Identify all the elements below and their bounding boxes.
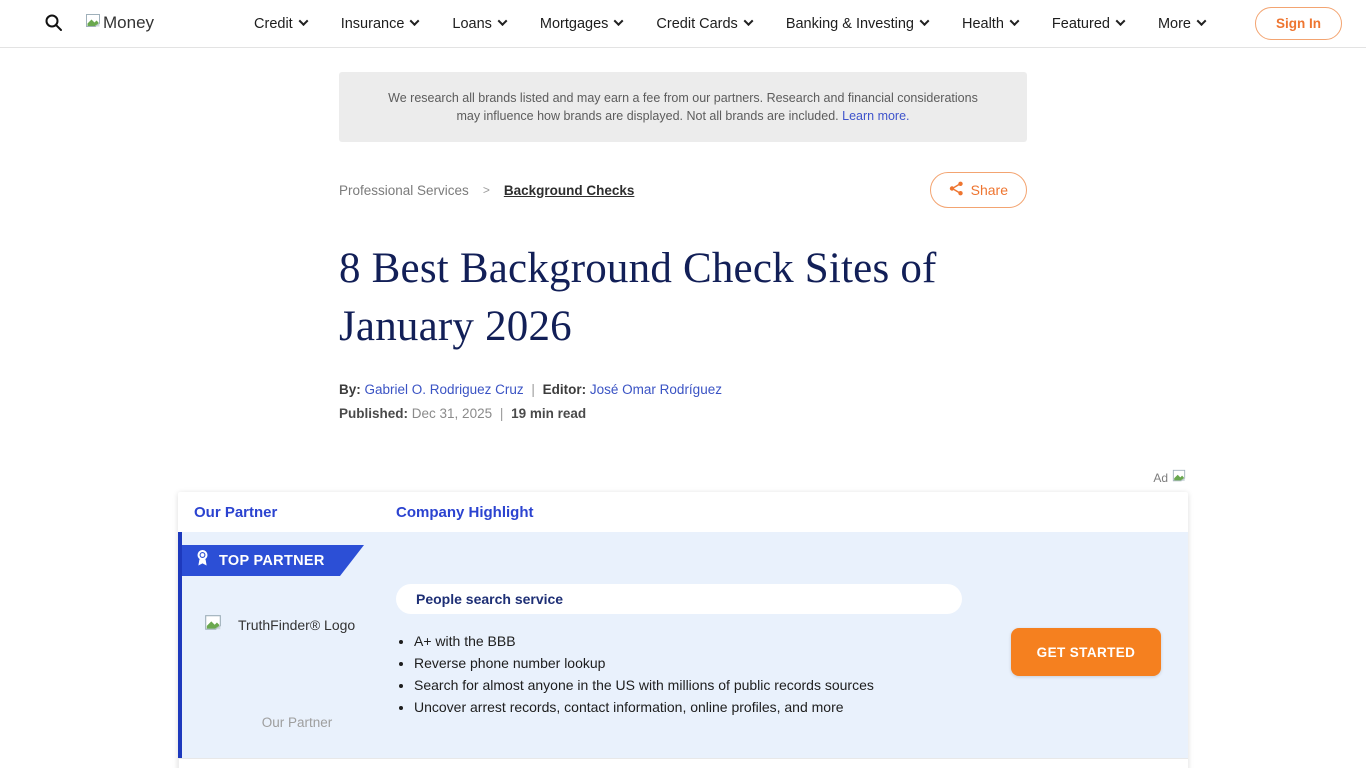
broken-image-icon [1172,469,1186,486]
chevron-down-icon [1009,16,1019,26]
search-button[interactable] [44,13,63,35]
chevron-down-icon [497,16,507,26]
nav-item-label: Credit Cards [656,16,737,32]
nav-item-label: Banking & Investing [786,16,914,32]
publish-line: Published: Dec 31, 2025 | 19 min read [339,406,1027,421]
learn-more-link[interactable]: Learn more. [842,109,909,123]
chevron-down-icon [1197,16,1207,26]
highlight-bullet: Reverse phone number lookup [414,656,984,670]
partner-logo[interactable]: TruthFinder® Logo [204,614,390,635]
chevron-down-icon [298,16,308,26]
chevron-down-icon [410,16,420,26]
nav-item-label: Featured [1052,16,1110,32]
by-label: By: [339,382,361,397]
next-table-row-partial [178,758,1188,768]
partner-comparison-table: Our Partner Company Highlight TOP PARTNE… [178,492,1188,768]
publish-separator: | [496,406,508,421]
company-highlight-cell: People search service A+ with the BBB Re… [396,532,984,758]
breadcrumb-current[interactable]: Background Checks [504,183,635,198]
nav-item[interactable]: Credit Cards [656,16,751,32]
search-icon [44,13,63,35]
breadcrumb-row: Professional Services > Background Check… [339,172,1027,208]
nav-item-label: Loans [452,16,492,32]
top-partner-row: TOP PARTNER TruthFinder® Logo Our Partne… [178,532,1188,758]
nav-item-label: Mortgages [540,16,609,32]
table-header-row: Our Partner Company Highlight [178,492,1188,532]
highlight-bullet: A+ with the BBB [414,634,984,648]
article-header: 8 Best Background Check Sites of January… [339,240,1027,421]
nav-item[interactable]: Banking & Investing [786,16,928,32]
highlight-bullet: Search for almost anyone in the US with … [414,678,984,692]
nav-item[interactable]: More [1158,16,1205,32]
chevron-down-icon [920,16,930,26]
byline: By: Gabriel O. Rodriguez Cruz | Editor: … [339,382,1027,397]
column-header-company-highlight: Company Highlight [396,504,1188,521]
nav-item-label: Insurance [341,16,405,32]
service-tag-pill: People search service [396,584,962,614]
share-icon [949,181,964,199]
nav-item[interactable]: Mortgages [540,16,623,32]
highlight-bullet-list: A+ with the BBB Reverse phone number loo… [414,634,984,714]
medal-icon [195,549,210,572]
nav-item-label: More [1158,16,1191,32]
partner-logo-alt: TruthFinder® Logo [238,617,355,633]
our-partner-caption: Our Partner [204,715,390,730]
editor-label: Editor: [543,382,587,397]
top-partner-label: TOP PARTNER [219,553,325,569]
top-partner-badge: TOP PARTNER [182,545,364,576]
broken-image-icon [204,614,222,635]
share-button[interactable]: Share [930,172,1027,208]
published-label: Published: [339,406,408,421]
published-date: Dec 31, 2025 [412,406,492,421]
nav-item-label: Health [962,16,1004,32]
top-nav: Money Credit Insurance Loans Mortgages [0,0,1366,48]
column-header-our-partner: Our Partner [178,504,396,521]
logo-alt-text: Money [103,13,154,33]
main-nav: Credit Insurance Loans Mortgages Credit … [244,16,1215,32]
ad-row: Ad [178,469,1188,486]
nav-item[interactable]: Loans [452,16,506,32]
chevron-down-icon [1116,16,1126,26]
money-logo[interactable]: Money [85,13,154,34]
ad-label: Ad [1153,471,1168,485]
breadcrumb: Professional Services > Background Check… [339,183,634,198]
author-link[interactable]: Gabriel O. Rodriguez Cruz [365,382,524,397]
broken-image-icon [85,13,101,34]
nav-item[interactable]: Credit [254,16,307,32]
editor-link[interactable]: José Omar Rodríguez [590,382,722,397]
nav-item[interactable]: Health [962,16,1018,32]
nav-item[interactable]: Insurance [341,16,419,32]
breadcrumb-separator: > [483,183,490,197]
partner-table-zone: Ad Our Partner Company Highlight TOP PAR… [178,469,1188,768]
read-time: 19 min read [511,406,586,421]
share-label: Share [971,182,1008,198]
breadcrumb-parent[interactable]: Professional Services [339,183,469,198]
page-title: 8 Best Background Check Sites of January… [339,240,1027,356]
byline-separator: | [527,382,539,397]
chevron-down-icon [743,16,753,26]
highlight-bullet: Uncover arrest records, contact informat… [414,700,984,714]
get-started-button[interactable]: GET STARTED [1011,628,1161,676]
cta-cell: GET STARTED [984,532,1188,758]
advertiser-disclosure: We research all brands listed and may ea… [339,72,1027,142]
nav-item[interactable]: Featured [1052,16,1124,32]
nav-item-label: Credit [254,16,293,32]
chevron-down-icon [614,16,624,26]
sign-in-button[interactable]: Sign In [1255,7,1342,40]
